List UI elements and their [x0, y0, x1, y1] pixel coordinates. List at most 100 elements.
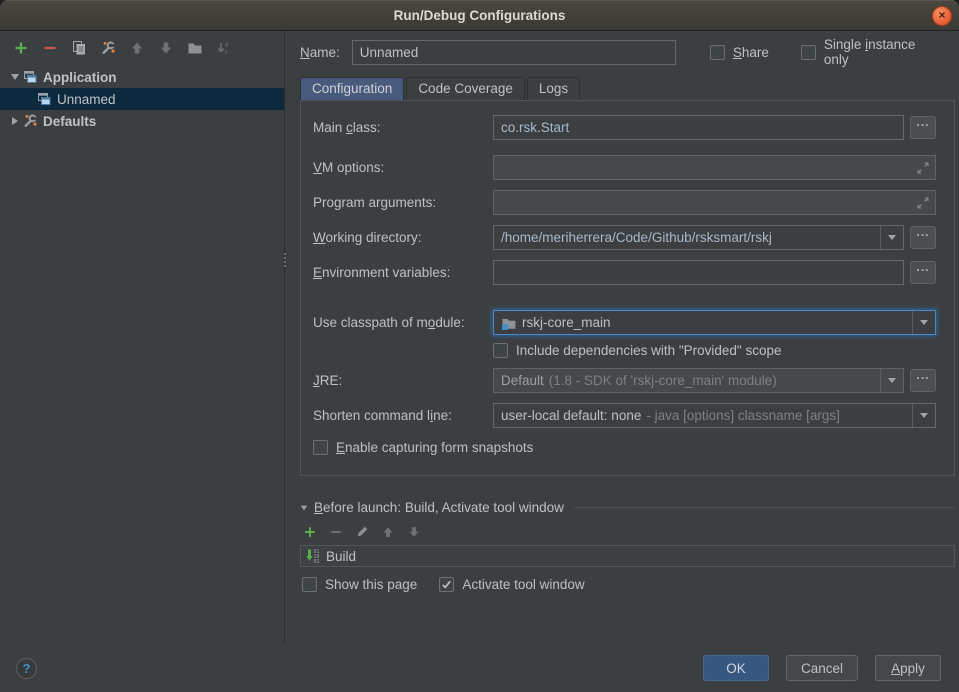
- expand-field-icon[interactable]: [915, 160, 931, 176]
- expand-collapse-arrow[interactable]: [8, 74, 22, 80]
- apply-button[interactable]: Apply: [875, 655, 941, 681]
- dialog-footer: ? OK Cancel Apply: [0, 644, 959, 692]
- copy-configuration-button[interactable]: [71, 40, 87, 56]
- remove-icon: [329, 525, 343, 539]
- expand-field-icon[interactable]: [915, 195, 931, 211]
- tree-node-application[interactable]: Application: [0, 66, 284, 88]
- before-launch-task-build[interactable]: 011001 Build: [300, 545, 955, 567]
- shorten-command-line-label: Shorten command line:: [313, 408, 493, 423]
- activate-tool-window-checkbox[interactable]: [439, 577, 454, 592]
- enable-capturing-row: Enable capturing form snapshots: [313, 440, 936, 455]
- enable-capturing-label: Enable capturing form snapshots: [336, 440, 533, 455]
- enable-capturing-checkbox[interactable]: [313, 440, 328, 455]
- tree-node-label: Application: [43, 70, 117, 85]
- tree-node-label: Defaults: [43, 114, 96, 129]
- tab-code-coverage[interactable]: Code Coverage: [406, 77, 525, 100]
- tree-node-defaults[interactable]: Defaults: [0, 110, 284, 132]
- before-launch-move-up-button[interactable]: [381, 525, 395, 539]
- environment-variables-browse-button[interactable]: ...: [910, 261, 936, 284]
- share-checkbox[interactable]: [710, 45, 725, 60]
- vm-options-field[interactable]: [493, 155, 936, 180]
- jre-browse-button[interactable]: ...: [910, 369, 936, 392]
- wrench-icon: [100, 40, 116, 56]
- tree-node-unnamed[interactable]: Unnamed: [0, 88, 284, 110]
- remove-configuration-button[interactable]: [42, 40, 58, 56]
- title-bar[interactable]: Run/Debug Configurations ×: [0, 0, 959, 31]
- use-classpath-label: Use classpath of module:: [313, 315, 493, 330]
- chevron-down-icon: [920, 320, 928, 325]
- before-launch-title: Before launch: Build, Activate tool wind…: [314, 500, 564, 515]
- arrow-down-icon: [407, 525, 421, 539]
- tab-logs[interactable]: Logs: [527, 77, 580, 100]
- use-classpath-combo[interactable]: rskj-core_main: [493, 310, 936, 335]
- chevron-down-icon: [888, 235, 896, 240]
- move-down-button[interactable]: [158, 40, 174, 56]
- vm-options-label: VM options:: [313, 160, 493, 175]
- main-class-row: Main class: co.rsk.Start ...: [313, 115, 936, 140]
- main-class-label: Main class:: [313, 120, 493, 135]
- chevron-down-icon: [888, 378, 896, 383]
- add-icon: [13, 40, 29, 56]
- help-button[interactable]: ?: [16, 658, 37, 679]
- window-title: Run/Debug Configurations: [394, 8, 566, 23]
- sort-alphabetically-icon: az: [216, 40, 232, 56]
- shorten-command-line-row: Shorten command line: user-local default…: [313, 403, 936, 428]
- before-launch-options: Show this page Activate tool window: [300, 577, 955, 592]
- ok-button[interactable]: OK: [703, 655, 769, 681]
- build-icon: 011001: [305, 548, 321, 564]
- add-configuration-button[interactable]: [13, 40, 29, 56]
- dropdown-arrow-button[interactable]: [912, 311, 935, 334]
- main-class-browse-button[interactable]: ...: [910, 116, 936, 139]
- single-instance-checkbox[interactable]: [801, 45, 816, 60]
- cancel-button[interactable]: Cancel: [786, 655, 858, 681]
- arrow-down-icon: [158, 40, 174, 56]
- dropdown-arrow-button[interactable]: [912, 404, 935, 427]
- program-arguments-row: Program arguments:: [313, 190, 936, 215]
- jre-combo[interactable]: Default (1.8 - SDK of 'rskj-core_main' m…: [493, 368, 904, 393]
- show-this-page-checkbox[interactable]: [302, 577, 317, 592]
- tab-configuration[interactable]: Configuration: [300, 77, 404, 100]
- create-folder-button[interactable]: [187, 40, 203, 56]
- collapse-arrow-icon: [301, 505, 307, 510]
- single-instance-option: Single instance only: [801, 37, 955, 67]
- name-input[interactable]: [352, 40, 676, 65]
- move-up-button[interactable]: [129, 40, 145, 56]
- use-classpath-row: Use classpath of module: rskj-core_main: [313, 310, 936, 335]
- close-button[interactable]: ×: [932, 6, 952, 26]
- splitter-grip[interactable]: [282, 253, 287, 279]
- working-directory-label: Working directory:: [313, 230, 493, 245]
- expand-collapse-arrow[interactable]: [8, 117, 22, 125]
- add-icon: [303, 525, 317, 539]
- configurations-tree: Application Unnamed Defaults: [0, 66, 284, 132]
- vm-options-row: VM options:: [313, 155, 936, 180]
- footer-buttons: OK Cancel Apply: [703, 655, 941, 681]
- working-directory-combo[interactable]: /home/meriherrera/Code/Github/rsksmart/r…: [493, 225, 904, 250]
- program-arguments-field[interactable]: [493, 190, 936, 215]
- configuration-tab-panel: Main class: co.rsk.Start ... VM options:: [300, 100, 955, 476]
- working-directory-browse-button[interactable]: ...: [910, 226, 936, 249]
- before-launch-add-button[interactable]: [303, 525, 317, 539]
- working-directory-row: Working directory: /home/meriherrera/Cod…: [313, 225, 936, 250]
- include-provided-checkbox[interactable]: [493, 343, 508, 358]
- dropdown-arrow-button[interactable]: [880, 369, 903, 392]
- sort-configurations-button[interactable]: az: [216, 40, 232, 56]
- arrow-up-icon: [381, 525, 395, 539]
- edit-defaults-button[interactable]: [100, 40, 116, 56]
- main-class-field[interactable]: co.rsk.Start: [493, 115, 904, 140]
- application-icon: [36, 91, 52, 107]
- arrow-up-icon: [129, 40, 145, 56]
- remove-icon: [42, 40, 58, 56]
- before-launch-header[interactable]: Before launch: Build, Activate tool wind…: [300, 500, 955, 515]
- folder-icon: [187, 40, 203, 56]
- shorten-command-line-combo[interactable]: user-local default: none - java [options…: [493, 403, 936, 428]
- program-arguments-label: Program arguments:: [313, 195, 493, 210]
- include-provided-option: Include dependencies with "Provided" sco…: [493, 343, 782, 358]
- before-launch-edit-button[interactable]: [355, 525, 369, 539]
- activate-tool-window-label: Activate tool window: [462, 577, 584, 592]
- before-launch-toolbar: [300, 525, 955, 539]
- environment-variables-field[interactable]: [493, 260, 904, 285]
- jre-row: JRE: Default (1.8 - SDK of 'rskj-core_ma…: [313, 368, 936, 393]
- before-launch-move-down-button[interactable]: [407, 525, 421, 539]
- dropdown-arrow-button[interactable]: [880, 226, 903, 249]
- before-launch-remove-button[interactable]: [329, 525, 343, 539]
